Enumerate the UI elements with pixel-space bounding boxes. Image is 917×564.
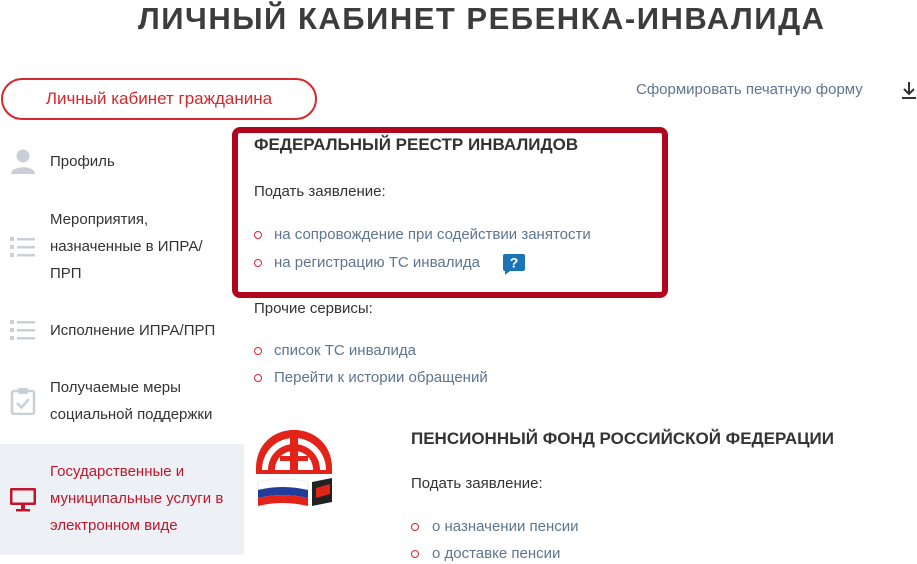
bullet-icon <box>254 374 262 382</box>
bullet-icon <box>411 523 419 531</box>
sidebar-item-label: Мероприятия, назначенные в ИПРА/ПРП <box>50 211 203 282</box>
clipboard-check-icon <box>10 388 36 415</box>
citizen-cabinet-button[interactable]: Личный кабинет гражданина <box>1 78 317 120</box>
sidebar-item-label: Получаемые меры социальной поддержки <box>50 379 213 423</box>
pfr-apply-label: Подать заявление: <box>411 475 543 492</box>
bullet-icon <box>254 259 262 267</box>
bullet-icon <box>254 231 262 239</box>
fri-link-employment-support[interactable]: на сопровождение при содействии занятост… <box>274 226 591 243</box>
pfr-section-title: ПЕНСИОННЫЙ ФОНД РОССИЙСКОЙ ФЕДЕРАЦИИ <box>411 429 834 448</box>
sidebar-item-ipra-events[interactable]: Мероприятия, назначенные в ИПРА/ПРП <box>0 202 244 292</box>
fri-link-vehicle-list[interactable]: список ТС инвалида <box>274 342 416 359</box>
fri-apply-label: Подать заявление: <box>254 183 386 200</box>
list-icon <box>10 237 35 257</box>
sidebar-item-social-support[interactable]: Получаемые меры социальной поддержки <box>0 372 244 432</box>
fri-other-label: Прочие сервисы: <box>254 300 373 317</box>
sidebar-item-label: Профиль <box>50 153 115 170</box>
sidebar-item-e-services[interactable]: Государственные и муниципальные услуги в… <box>0 444 244 555</box>
svg-text:?: ? <box>510 255 519 271</box>
list-icon <box>10 320 35 340</box>
page-title: ЛИЧНЫЙ КАБИНЕТ РЕБЕНКА-ИНВАЛИДА <box>138 1 826 36</box>
user-icon <box>11 149 35 174</box>
fri-section-title: ФЕДЕРАЛЬНЫЙ РЕЕСТР ИНВАЛИДОВ <box>254 135 579 154</box>
pfr-logo-icon <box>256 430 332 506</box>
download-icon[interactable] <box>902 80 916 100</box>
help-icon[interactable]: ? <box>502 252 526 276</box>
bullet-icon <box>254 347 262 355</box>
monitor-icon <box>10 488 36 512</box>
pfr-link-pension-assignment[interactable]: о назначении пенсии <box>432 518 579 535</box>
sidebar-item-label: Исполнение ИПРА/ПРП <box>50 322 216 339</box>
fri-link-request-history[interactable]: Перейти к истории обращений <box>274 369 488 386</box>
fri-link-vehicle-registration[interactable]: на регистрацию ТС инвалида <box>274 254 480 271</box>
sidebar-item-profile[interactable]: Профиль <box>0 134 244 188</box>
bullet-icon <box>411 550 419 558</box>
sidebar-item-label: Государственные и муниципальные услуги в… <box>50 463 224 534</box>
print-form-link[interactable]: Сформировать печатную форму <box>636 80 863 100</box>
sidebar-item-ipra-execution[interactable]: Исполнение ИПРА/ПРП <box>0 314 244 348</box>
pfr-link-pension-delivery[interactable]: о доставке пенсии <box>432 545 560 562</box>
